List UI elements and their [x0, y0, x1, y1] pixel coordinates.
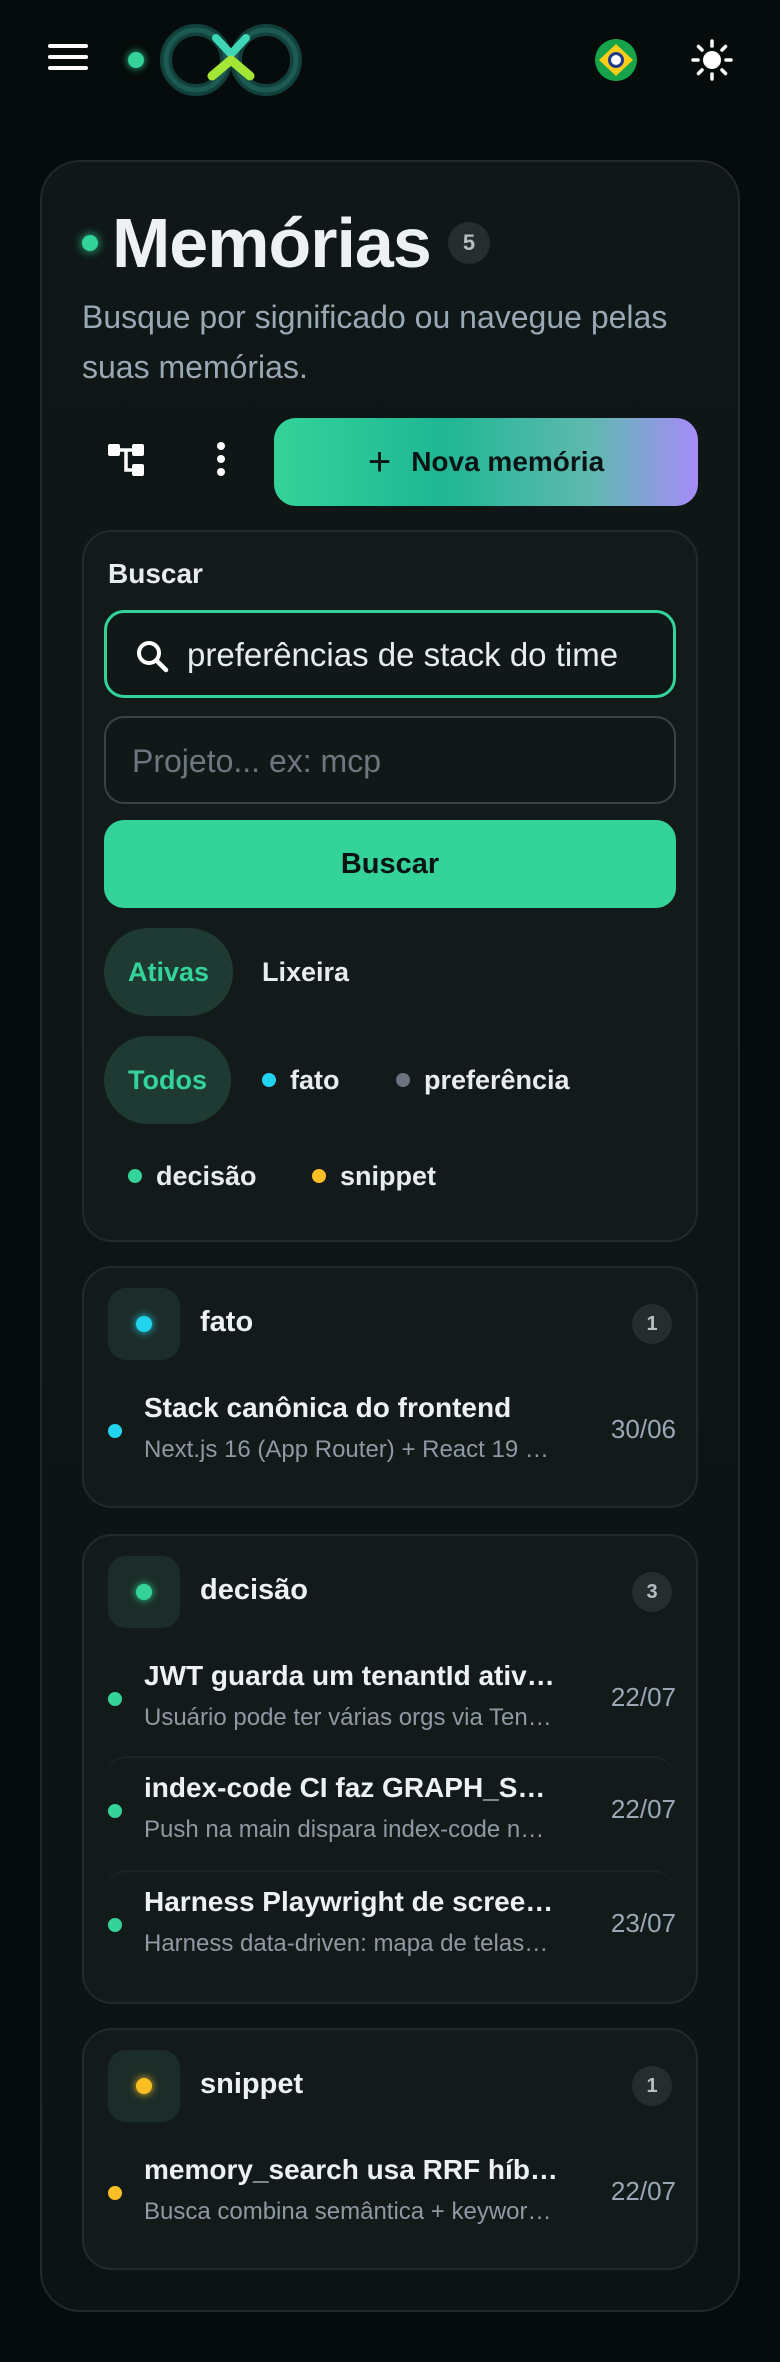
- memory-date: 22/07: [610, 2176, 676, 2206]
- search-button[interactable]: Buscar: [104, 820, 676, 908]
- memory-item[interactable]: Stack canônica do frontend Next.js 16 (A…: [104, 1378, 676, 1484]
- group-count-snippet: 1: [632, 2066, 672, 2106]
- memory-date: 23/07: [610, 1908, 676, 1938]
- preferencia-dot: [396, 1073, 410, 1087]
- search-label: Buscar: [108, 558, 203, 589]
- type-filter-snippet[interactable]: snippet: [292, 1132, 456, 1220]
- memory-item[interactable]: memory_search usa RRF híbrido Busca comb…: [104, 2140, 676, 2246]
- memory-summary: Push na main dispara index-code no CI: [144, 1816, 554, 1843]
- hamburger-menu-icon[interactable]: [48, 44, 88, 76]
- infinity-logo[interactable]: [158, 20, 304, 100]
- snippet-group-icon: [108, 2050, 180, 2122]
- group-count-fato: 1: [632, 1304, 672, 1344]
- type-filter-snippet-label: snippet: [340, 1160, 437, 1191]
- type-filter-all[interactable]: Todos: [104, 1036, 231, 1124]
- fato-group-icon: [108, 1288, 180, 1360]
- fato-dot: [262, 1073, 276, 1087]
- group-title-decisao: decisão: [200, 1574, 308, 1606]
- memory-summary: Next.js 16 (App Router) + React 19 + Tai…: [144, 1436, 554, 1463]
- project-filter-field[interactable]: [104, 716, 676, 804]
- memory-item[interactable]: index-code CI faz GRAPH_SYNC no push Pus…: [104, 1756, 676, 1862]
- memory-title: Stack canônica do frontend: [144, 1392, 512, 1423]
- page-subtitle: Busque por significado ou navegue pelas …: [82, 299, 668, 385]
- search-input[interactable]: [187, 627, 667, 683]
- decisao-dot: [128, 1169, 142, 1183]
- memory-type-dot: [108, 1804, 122, 1818]
- project-input[interactable]: [132, 734, 652, 788]
- memory-title: Harness Playwright de screenshots: [144, 1886, 564, 1917]
- type-filter-preferencia[interactable]: preferência: [376, 1036, 590, 1124]
- group-title-snippet: snippet: [200, 2068, 304, 2100]
- filter-active[interactable]: Ativas: [104, 928, 234, 1016]
- snippet-dot: [312, 1169, 326, 1183]
- memory-title: JWT guarda um tenantId ativo por sessão: [144, 1660, 564, 1691]
- memory-date: 30/06: [610, 1414, 676, 1444]
- filter-trash-label: Lixeira: [262, 956, 350, 987]
- memory-date: 22/07: [610, 1794, 676, 1824]
- memory-summary: Harness data-driven: mapa de telas e est…: [144, 1930, 554, 1957]
- type-filter-decisao-label: decisão: [156, 1160, 257, 1191]
- memory-item[interactable]: JWT guarda um tenantId ativo por sessão …: [104, 1646, 676, 1752]
- memory-type-dot: [108, 1424, 122, 1438]
- status-indicator: [128, 52, 144, 68]
- memory-summary: Busca combina semântica + keyword via RR…: [144, 2198, 554, 2225]
- group-count-decisao: 3: [632, 1572, 672, 1612]
- new-memory-button[interactable]: + Nova memória: [274, 418, 698, 506]
- page-title: Memórias: [112, 204, 432, 282]
- new-memory-label: Nova memória: [411, 446, 605, 477]
- memory-type-dot: [108, 2186, 122, 2200]
- decisao-group-icon: [108, 1556, 180, 1628]
- graph-view-icon[interactable]: [104, 438, 148, 482]
- search-query-field[interactable]: [104, 610, 676, 698]
- memory-date: 22/07: [610, 1682, 676, 1712]
- memory-item[interactable]: Harness Playwright de screenshots Harnes…: [104, 1870, 676, 1976]
- top-bar: [0, 0, 780, 120]
- group-title-fato: fato: [200, 1306, 254, 1338]
- memory-title: memory_search usa RRF híbrido: [144, 2154, 564, 2185]
- type-filter-decisao[interactable]: decisão: [108, 1132, 277, 1220]
- search-icon: [137, 641, 169, 673]
- memory-count-badge: 5: [448, 222, 490, 264]
- plus-icon: +: [367, 440, 392, 484]
- more-options-icon[interactable]: [206, 438, 236, 482]
- type-filter-preferencia-label: preferência: [424, 1064, 570, 1095]
- brazil-flag-icon[interactable]: [594, 38, 638, 82]
- memory-type-dot: [108, 1692, 122, 1706]
- sun-icon[interactable]: [690, 38, 734, 82]
- filter-active-label: Ativas: [128, 956, 210, 987]
- memory-summary: Usuário pode ter várias orgs via Tenant: [144, 1704, 554, 1731]
- filter-trash[interactable]: Lixeira: [242, 928, 369, 1016]
- type-filter-fato-label: fato: [290, 1064, 340, 1095]
- memory-type-dot: [108, 1918, 122, 1932]
- title-status-dot: [82, 235, 98, 251]
- memory-title: index-code CI faz GRAPH_SYNC no push: [144, 1772, 564, 1803]
- type-filter-all-label: Todos: [128, 1064, 207, 1095]
- type-filter-fato[interactable]: fato: [242, 1036, 360, 1124]
